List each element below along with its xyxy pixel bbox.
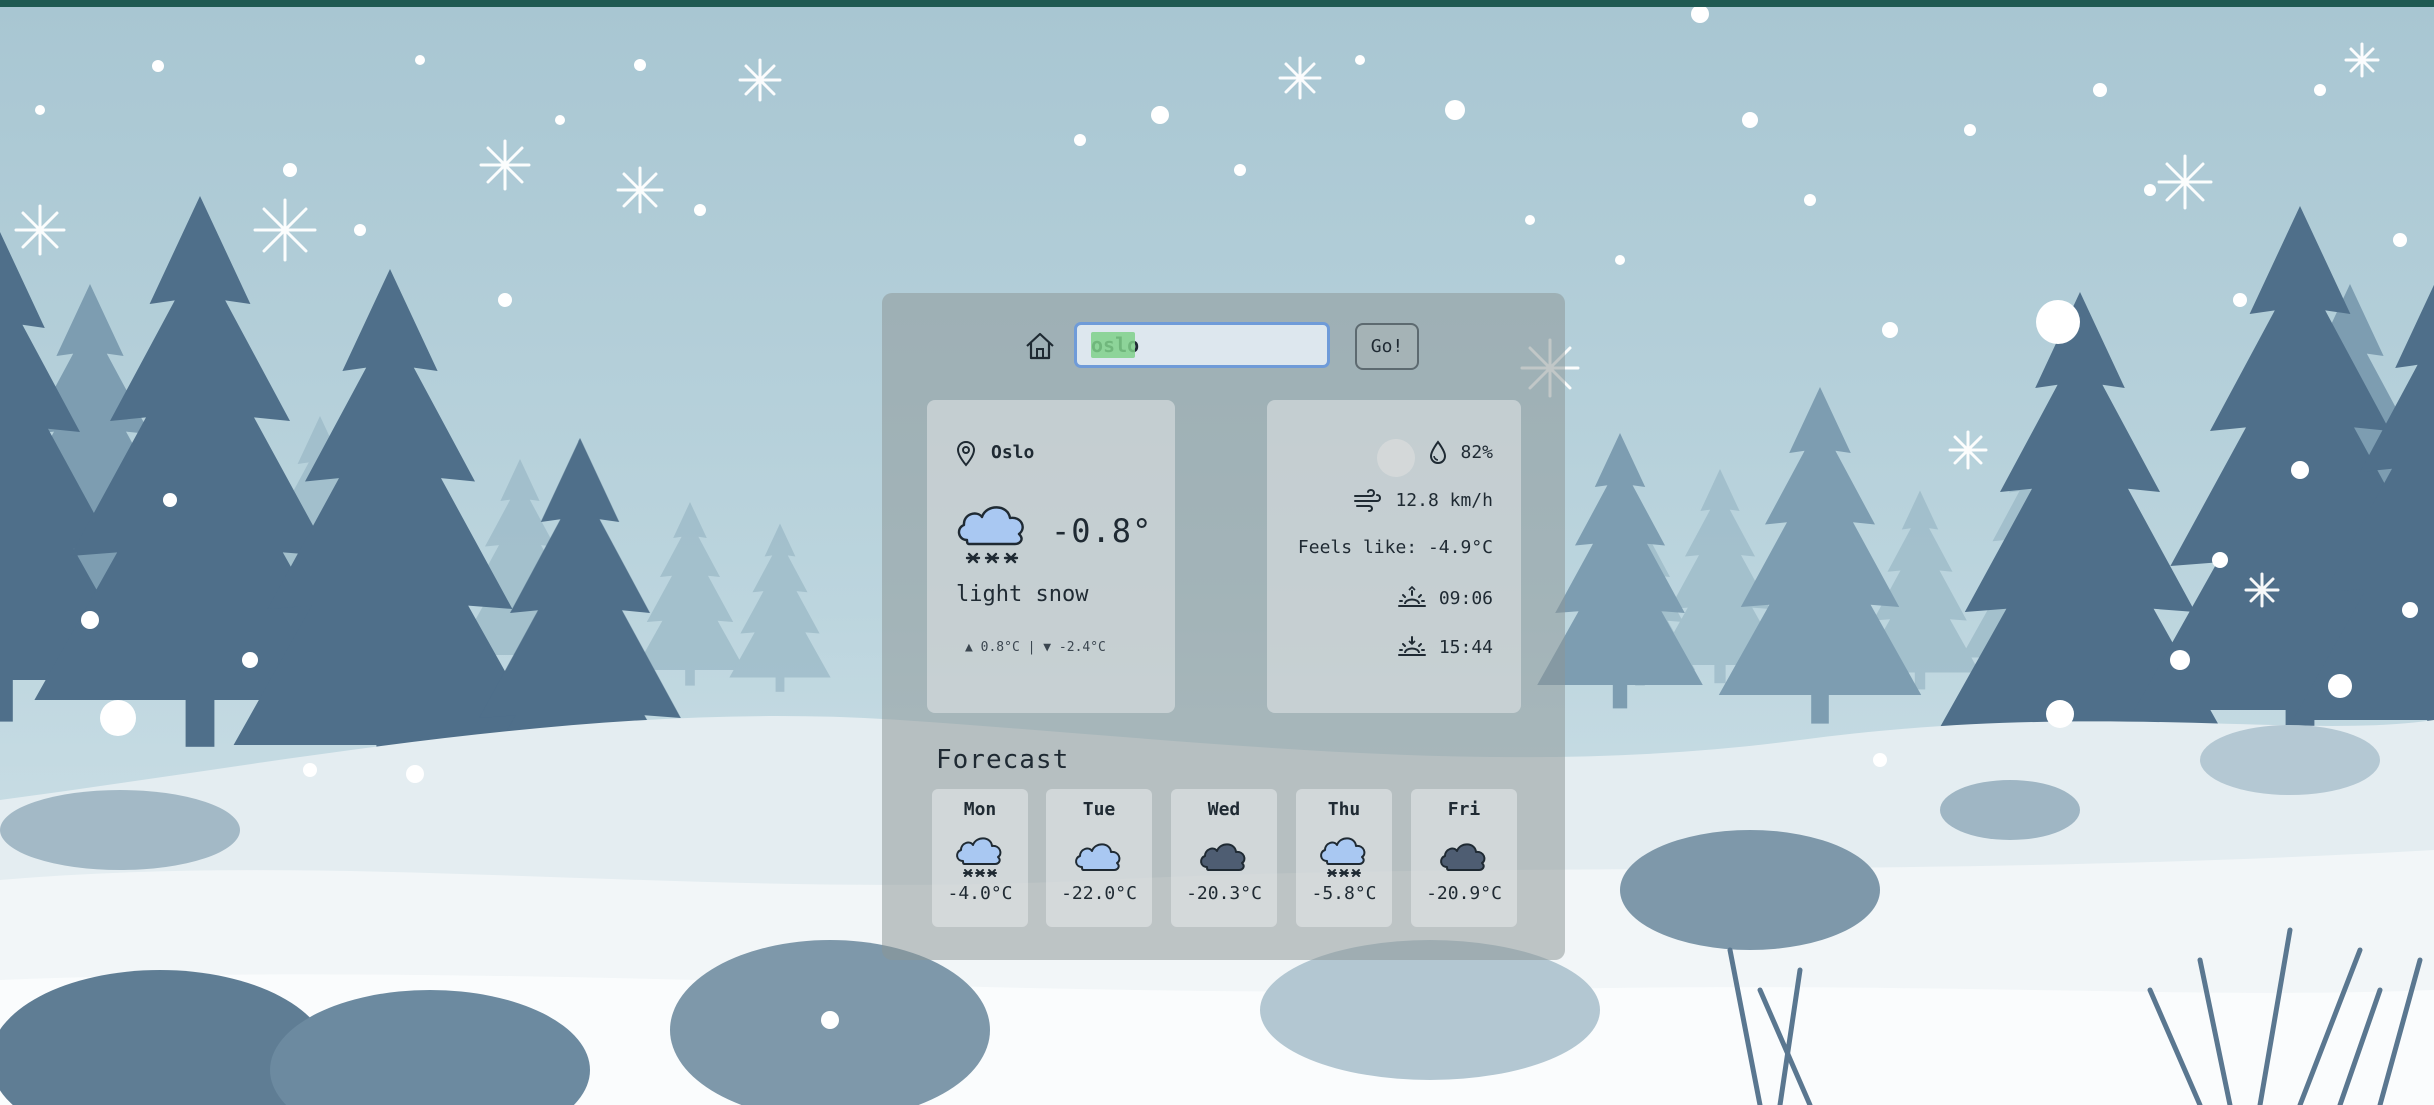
water-drop-icon xyxy=(1430,440,1447,465)
cloud-snow-icon xyxy=(956,837,1002,877)
cloud-snow-icon xyxy=(1320,837,1366,877)
forecast-temperature: -5.8°C xyxy=(1311,883,1377,904)
forecast-day-thu: Thu -5.8°C xyxy=(1296,789,1392,927)
sunrise-row: 09:06 xyxy=(1397,586,1493,610)
sunrise-time: 09:06 xyxy=(1438,587,1493,609)
weather-description: light snow xyxy=(956,582,1089,607)
location-pin-icon xyxy=(956,440,976,467)
forecast-day-wed: Wed -20.3°C xyxy=(1171,789,1277,927)
wind-icon xyxy=(1354,488,1382,512)
dark-cloud-icon xyxy=(1440,843,1486,871)
high-low-temperature: ▲ 0.8°C | ▼ -2.4°C xyxy=(965,640,1106,655)
forecast-day-mon: Mon -4.0°C xyxy=(932,789,1028,927)
weather-details-card: 82% 12.8 km/h Feels like: -4.9°C 09:06 1… xyxy=(1267,400,1521,713)
city-search-input[interactable] xyxy=(1074,322,1330,368)
forecast-day-fri: Fri -20.9°C xyxy=(1411,789,1517,927)
forecast-day-name: Tue xyxy=(1082,799,1116,820)
sunrise-icon xyxy=(1397,586,1426,607)
forecast-title: Forecast xyxy=(936,745,1070,775)
wind-speed-value: 12.8 km/h xyxy=(1395,489,1493,511)
sunset-time: 15:44 xyxy=(1438,636,1493,658)
current-weather-card: Oslo -0.8° light snow ▲ 0.8°C | ▼ -2.4°C xyxy=(927,400,1175,713)
feels-like-row: Feels like: -4.9°C xyxy=(1298,537,1493,558)
go-button[interactable]: Go! xyxy=(1355,323,1419,370)
dark-cloud-icon xyxy=(1200,843,1246,871)
wind-row: 12.8 km/h xyxy=(1353,488,1493,512)
forecast-day-name: Wed xyxy=(1207,799,1241,820)
cloud-icon xyxy=(1075,843,1121,871)
forecast-day-name: Fri xyxy=(1447,799,1481,820)
humidity-row: 82% xyxy=(1428,439,1493,465)
humidity-value: 82% xyxy=(1460,441,1493,463)
home-icon[interactable] xyxy=(1023,329,1057,363)
sunset-icon xyxy=(1397,636,1426,656)
current-temperature: -0.8° xyxy=(1051,512,1153,550)
forecast-temperature: -22.0°C xyxy=(1061,883,1137,904)
sunset-row: 15:44 xyxy=(1397,635,1493,659)
cloud-snow-icon xyxy=(957,506,1024,564)
city-name: Oslo xyxy=(991,442,1035,463)
forecast-temperature: -20.9°C xyxy=(1426,883,1502,904)
forecast-day-name: Mon xyxy=(963,799,997,820)
feels-like-value: Feels like: -4.9°C xyxy=(1297,537,1493,558)
forecast-temperature: -20.3°C xyxy=(1186,883,1262,904)
forecast-day-name: Thu xyxy=(1327,799,1361,820)
search-bar: Go! xyxy=(882,293,1565,403)
forecast-temperature: -4.0°C xyxy=(947,883,1013,904)
weather-panel: Go! Oslo -0.8° light snow ▲ 0.8°C | ▼ -2… xyxy=(882,293,1565,960)
top-accent-bar xyxy=(0,0,2434,7)
forecast-day-tue: Tue -22.0°C xyxy=(1046,789,1152,927)
